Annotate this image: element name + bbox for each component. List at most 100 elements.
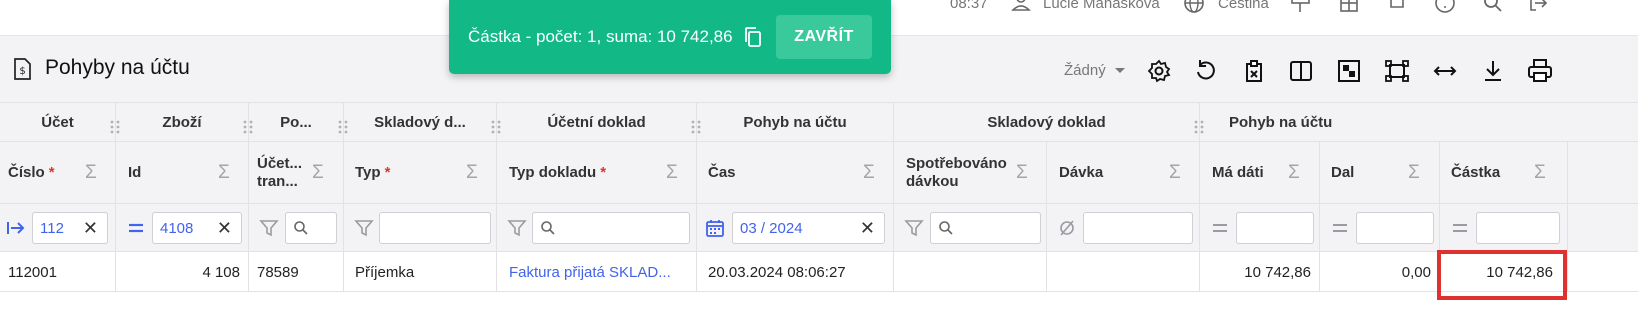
filter-input-typ[interactable] <box>379 212 491 244</box>
toast-close-button[interactable]: ZAVŘÍT <box>776 15 872 59</box>
view-select[interactable]: Žádný <box>1064 62 1126 79</box>
group-header-pohyb-na-uctu[interactable]: Pohyb na účtu <box>697 102 894 142</box>
filter-input-davka[interactable] <box>1083 212 1193 244</box>
column-header-id[interactable]: Id Σ <box>116 142 249 204</box>
equals-icon[interactable] <box>1330 218 1350 238</box>
autosize-button[interactable] <box>1432 58 1458 84</box>
language-menu[interactable]: Čeština <box>1218 0 1269 14</box>
filter-icon[interactable] <box>904 218 924 238</box>
grid-icon[interactable] <box>1338 0 1360 14</box>
filter-input-ma-dati[interactable] <box>1236 212 1314 244</box>
drag-handle-icon[interactable] <box>110 120 120 134</box>
columns-button[interactable] <box>1288 58 1314 84</box>
column-header-typ[interactable]: Typ * Σ <box>344 142 497 204</box>
column-label: Typ * <box>355 142 390 204</box>
sum-icon[interactable]: Σ <box>1016 163 1028 183</box>
globe-icon[interactable] <box>1183 0 1205 14</box>
sum-icon[interactable]: Σ <box>1169 163 1181 183</box>
toast-message: Částka - počet: 1, suma: 10 742,86 <box>468 27 733 46</box>
clear-icon[interactable]: ✕ <box>860 218 875 239</box>
filter-input-dal[interactable] <box>1356 212 1434 244</box>
cell-typ-dokladu-link[interactable]: Faktura přijatá SKLAD... <box>497 252 697 292</box>
search-icon[interactable] <box>1482 0 1504 14</box>
sum-icon[interactable]: Σ <box>1534 163 1546 183</box>
column-header-castka[interactable]: Částka Σ <box>1440 142 1568 204</box>
filter-cell-castka <box>1440 204 1568 252</box>
filter-icon[interactable] <box>259 218 279 238</box>
calendar-icon[interactable] <box>705 218 725 238</box>
drag-handle-icon[interactable] <box>691 120 701 134</box>
column-header-typ-dokladu[interactable]: Typ dokladu * Σ <box>497 142 697 204</box>
column-header-cas[interactable]: Čas Σ <box>697 142 894 204</box>
fit-button[interactable] <box>1384 58 1410 84</box>
fit-frame-icon <box>1385 60 1409 82</box>
cell-dal[interactable]: 0,00 <box>1320 252 1440 292</box>
print-button[interactable] <box>1527 58 1553 84</box>
signpost-icon[interactable] <box>1290 0 1312 14</box>
sum-icon[interactable]: Σ <box>466 163 478 183</box>
download-button[interactable] <box>1480 58 1506 84</box>
column-header-davka[interactable]: Dávka Σ <box>1047 142 1200 204</box>
sum-icon[interactable]: Σ <box>85 163 97 183</box>
cell-spotrebovano[interactable] <box>894 252 1047 292</box>
drag-handle-icon[interactable] <box>1194 120 1204 134</box>
sum-icon[interactable]: Σ <box>863 163 875 183</box>
reset-button[interactable] <box>1193 58 1219 84</box>
logout-icon[interactable] <box>1527 0 1549 14</box>
drag-handle-icon[interactable] <box>243 120 253 134</box>
sum-icon[interactable]: Σ <box>1288 163 1300 183</box>
cell-ucet-tran[interactable]: 78589 <box>249 252 344 292</box>
group-header-po[interactable]: Po... <box>249 102 344 142</box>
drag-handle-icon[interactable] <box>338 120 348 134</box>
sum-icon[interactable]: Σ <box>666 163 678 183</box>
download-icon <box>1485 61 1501 81</box>
user-menu[interactable]: Lucie Mahásková <box>1043 0 1160 14</box>
column-header-ucet-tran[interactable]: Účet... tran... Σ <box>249 142 344 204</box>
group-header-skladovy-d[interactable]: Skladový d... <box>344 102 497 142</box>
filter-input-cislo[interactable]: 112 ✕ <box>32 212 108 244</box>
cell-davka[interactable] <box>1047 252 1200 292</box>
column-header-spotrebovano-davkou[interactable]: Spotřebováno dávkou Σ <box>894 142 1047 204</box>
sum-icon[interactable]: Σ <box>1408 163 1420 183</box>
column-header-dal[interactable]: Dal Σ <box>1320 142 1440 204</box>
cell-id[interactable]: 4 108 <box>116 252 249 292</box>
cell-cas[interactable]: 20.03.2024 08:06:27 <box>697 252 894 292</box>
column-label-text: Id <box>128 164 142 181</box>
group-header-ucet[interactable]: Účet <box>0 102 116 142</box>
filter-icon[interactable] <box>507 218 527 238</box>
equals-icon[interactable] <box>1210 218 1230 238</box>
group-header-zbozi[interactable]: Zboží <box>116 102 249 142</box>
filter-input-spotrebovano[interactable] <box>930 212 1041 244</box>
cell-ma-dati[interactable]: 10 742,86 <box>1200 252 1320 292</box>
starts-with-icon[interactable] <box>6 218 26 238</box>
filter-icon[interactable] <box>354 218 374 238</box>
cell-typ[interactable]: Příjemka <box>344 252 497 292</box>
empty-set-icon[interactable] <box>1057 218 1077 238</box>
column-header-ma-dati[interactable]: Má dáti Σ <box>1200 142 1320 204</box>
copy-icon[interactable] <box>743 26 763 48</box>
equals-icon[interactable] <box>1450 218 1470 238</box>
clear-icon[interactable]: ✕ <box>217 218 232 239</box>
drag-handle-icon[interactable] <box>491 120 501 134</box>
filter-input-cas[interactable]: 03 / 2024 ✕ <box>732 212 885 244</box>
sum-icon[interactable]: Σ <box>218 163 230 183</box>
user-icon[interactable] <box>1010 0 1032 14</box>
group-header-pohyb-na-uctu-2[interactable]: Pohyb na účtu <box>1200 102 1638 142</box>
group-header-ucetni-doklad[interactable]: Účetní doklad <box>497 102 697 142</box>
clear-filters-button[interactable] <box>1241 58 1267 84</box>
settings-button[interactable] <box>1146 58 1172 84</box>
cell-cislo[interactable]: 112001 <box>0 252 116 292</box>
column-header-cislo[interactable]: Číslo * Σ <box>0 142 116 204</box>
clear-icon[interactable]: ✕ <box>83 218 98 239</box>
bell-icon[interactable] <box>1386 0 1408 14</box>
density-button[interactable] <box>1336 58 1362 84</box>
equals-icon[interactable] <box>126 218 146 238</box>
filter-input-ucet-tran[interactable] <box>285 212 337 244</box>
filter-input-castka[interactable] <box>1476 212 1560 244</box>
filter-input-typ-dokladu[interactable] <box>532 212 690 244</box>
sum-icon[interactable]: Σ <box>312 163 324 183</box>
columns-icon <box>1290 61 1312 81</box>
help-icon[interactable] <box>1434 0 1456 14</box>
group-header-skladovy-doklad[interactable]: Skladový doklad <box>894 102 1200 142</box>
filter-input-id[interactable]: 4108 ✕ <box>152 212 242 244</box>
